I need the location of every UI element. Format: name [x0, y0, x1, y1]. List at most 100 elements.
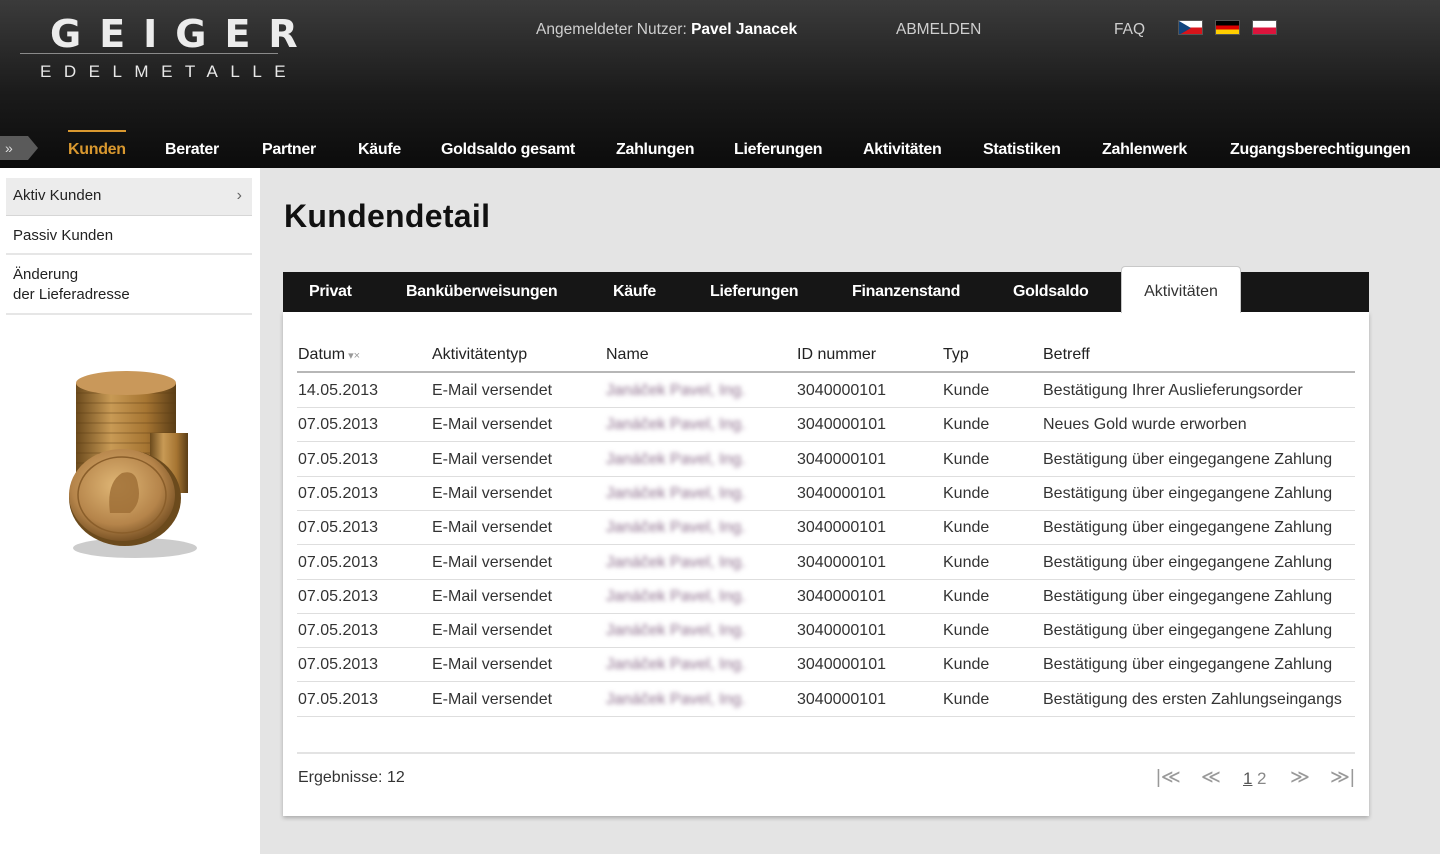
cell-aktivitaetentyp: E-Mail versendet [432, 554, 553, 571]
row-divider [297, 716, 1355, 717]
column-header-datum[interactable]: Datum ▾× [298, 346, 360, 364]
flag-cz-icon[interactable] [1178, 20, 1203, 35]
last-page-icon[interactable]: ≫| [1330, 766, 1355, 789]
cell-betreff: Bestätigung Ihrer Auslieferungsorder [1043, 382, 1303, 399]
cell-betreff: Bestätigung über eingegangene Zahlung [1043, 588, 1333, 605]
flag-pl-icon[interactable] [1252, 20, 1277, 35]
column-header-id-nummer[interactable]: ID nummer [797, 346, 876, 364]
cell-name: Janáček Pavel, Ing. [606, 588, 746, 605]
nav-active-indicator [68, 130, 126, 132]
column-header-betreff[interactable]: Betreff [1043, 346, 1090, 364]
cell-aktivitaetentyp: E-Mail versendet [432, 622, 553, 639]
cell-typ: Kunde [943, 485, 990, 502]
row-divider [297, 613, 1355, 614]
nav-item-kunden[interactable]: Kunden [68, 141, 126, 159]
nav-expand-icon[interactable]: » [0, 136, 38, 160]
user-name: Pavel Janacek [691, 21, 798, 38]
row-divider [297, 544, 1355, 545]
logo-subtitle: EDELMETALLE [40, 62, 299, 81]
cell-betreff: Bestätigung über eingegangene Zahlung [1043, 485, 1333, 502]
page-1-link[interactable]: 1 [1243, 769, 1252, 789]
cell-typ: Kunde [943, 622, 990, 639]
row-divider [297, 407, 1355, 408]
cell-id-nummer: 3040000101 [797, 554, 886, 571]
nav-item-zugangsberechtigungen[interactable]: Zugangsberechtigungen [1230, 141, 1411, 159]
cell-aktivitaetentyp: E-Mail versendet [432, 691, 553, 708]
cell-betreff: Bestätigung über eingegangene Zahlung [1043, 519, 1333, 536]
gold-coins-image [69, 371, 197, 558]
cell-datum: 07.05.2013 [298, 622, 379, 639]
page-2-link[interactable]: 2 [1257, 769, 1266, 789]
nav-item-goldsaldo-gesamt[interactable]: Goldsaldo gesamt [441, 141, 575, 159]
cell-datum: 07.05.2013 [298, 485, 379, 502]
cell-typ: Kunde [943, 691, 990, 708]
cell-datum: 07.05.2013 [298, 451, 379, 468]
user-label: Angemeldeter Nutzer: [536, 21, 687, 38]
prev-page-icon[interactable]: ≪ [1201, 766, 1221, 789]
cell-typ: Kunde [943, 656, 990, 673]
cell-name: Janáček Pavel, Ing. [606, 451, 746, 468]
cell-betreff: Bestätigung über eingegangene Zahlung [1043, 656, 1333, 673]
cell-betreff: Bestätigung über eingegangene Zahlung [1043, 622, 1333, 639]
column-header-typ[interactable]: Typ [943, 346, 969, 364]
first-page-icon[interactable]: |≪ [1156, 766, 1181, 789]
footer-divider [297, 752, 1355, 754]
row-divider [297, 579, 1355, 580]
cell-betreff: Bestätigung über eingegangene Zahlung [1043, 451, 1333, 468]
flag-de-icon[interactable] [1215, 20, 1240, 35]
next-page-icon[interactable]: ≫ [1290, 766, 1310, 789]
nav-item-lieferungen[interactable]: Lieferungen [734, 141, 823, 159]
nav-item-aktivitaeten[interactable]: Aktivitäten [863, 141, 942, 159]
sidebar-item-label: der Lieferadresse [13, 286, 130, 303]
cell-datum: 07.05.2013 [298, 519, 379, 536]
cell-name: Janáček Pavel, Ing. [606, 519, 746, 536]
cell-name: Janáček Pavel, Ing. [606, 485, 746, 502]
sidebar-item-lieferadresse[interactable]: Änderung der Lieferadresse [6, 257, 252, 315]
cell-name: Janáček Pavel, Ing. [606, 691, 746, 708]
cell-datum: 14.05.2013 [298, 382, 379, 399]
cell-datum: 07.05.2013 [298, 554, 379, 571]
geiger-logo[interactable]: GEIGER EDELMETALLE [20, 10, 298, 90]
nav-item-kaeufe[interactable]: Käufe [358, 141, 401, 159]
tab-aktivitaeten[interactable]: Aktivitäten [1121, 266, 1241, 313]
header-divider [297, 371, 1355, 373]
nav-item-statistiken[interactable]: Statistiken [983, 141, 1061, 159]
cell-id-nummer: 3040000101 [797, 451, 886, 468]
tab-finanzenstand[interactable]: Finanzenstand [852, 283, 960, 301]
tab-goldsaldo[interactable]: Goldsaldo [1013, 283, 1089, 301]
sidebar-item-label: Passiv Kunden [13, 227, 114, 244]
cell-datum: 07.05.2013 [298, 691, 379, 708]
nav-item-berater[interactable]: Berater [165, 141, 219, 159]
tab-kaeufe[interactable]: Käufe [613, 283, 656, 301]
column-header-label: Datum [298, 346, 346, 363]
cell-name: Janáček Pavel, Ing. [606, 554, 746, 571]
column-header-name[interactable]: Name [606, 346, 649, 364]
row-divider [297, 647, 1355, 648]
cell-datum: 07.05.2013 [298, 588, 379, 605]
cell-typ: Kunde [943, 416, 990, 433]
cell-betreff: Neues Gold wurde erworben [1043, 416, 1247, 433]
nav-item-zahlenwerk[interactable]: Zahlenwerk [1102, 141, 1187, 159]
cell-name: Janáček Pavel, Ing. [606, 656, 746, 673]
cell-aktivitaetentyp: E-Mail versendet [432, 382, 553, 399]
sidebar-item-passiv-kunden[interactable]: Passiv Kunden [6, 218, 252, 255]
cell-id-nummer: 3040000101 [797, 588, 886, 605]
cell-typ: Kunde [943, 588, 990, 605]
logo-title: GEIGER [50, 12, 316, 56]
logout-link[interactable]: ABMELDEN [896, 21, 981, 39]
cell-aktivitaetentyp: E-Mail versendet [432, 416, 553, 433]
cell-aktivitaetentyp: E-Mail versendet [432, 485, 553, 502]
row-divider [297, 476, 1355, 477]
nav-item-zahlungen[interactable]: Zahlungen [616, 141, 694, 159]
sidebar-item-aktiv-kunden[interactable]: Aktiv Kunden › [6, 178, 252, 216]
tab-lieferungen[interactable]: Lieferungen [710, 283, 799, 301]
cell-id-nummer: 3040000101 [797, 485, 886, 502]
faq-link[interactable]: FAQ [1114, 21, 1145, 39]
nav-item-partner[interactable]: Partner [262, 141, 316, 159]
column-header-aktivitaetentyp[interactable]: Aktivitätentyp [432, 346, 527, 364]
tab-privat[interactable]: Privat [309, 283, 352, 301]
tab-bankueberweisungen[interactable]: Banküberweisungen [406, 283, 558, 301]
cell-typ: Kunde [943, 519, 990, 536]
cell-name: Janáček Pavel, Ing. [606, 382, 746, 399]
sort-clear-icon[interactable]: ▾× [348, 350, 360, 362]
